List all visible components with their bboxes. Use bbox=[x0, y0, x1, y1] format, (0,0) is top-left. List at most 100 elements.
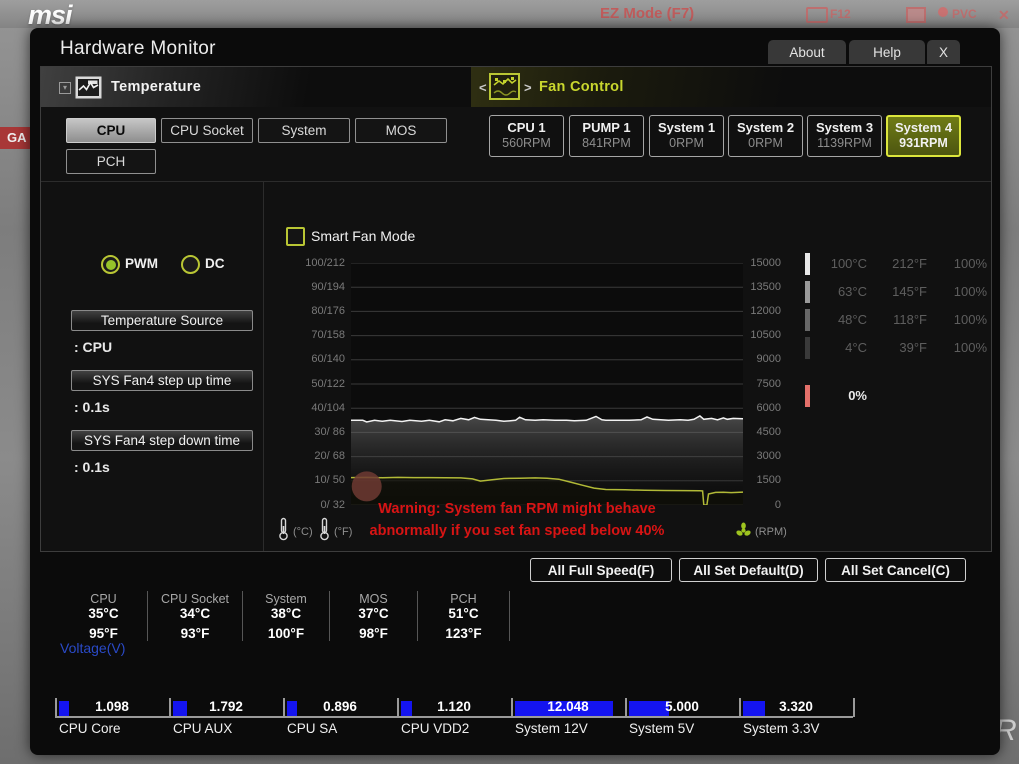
rpm-axis-tick: 7500 bbox=[756, 377, 781, 390]
rpm-axis-tick: 6000 bbox=[756, 401, 781, 414]
collapse-box-icon[interactable]: ▾ bbox=[59, 82, 71, 94]
fan-rpm: 0RPM bbox=[669, 136, 704, 150]
temp-tab-cpu-socket[interactable]: CPU Socket bbox=[161, 118, 253, 143]
temp-tab-pch[interactable]: PCH bbox=[66, 149, 156, 174]
help-button[interactable]: Help bbox=[849, 40, 925, 64]
temp-axis-tick: 60/140 bbox=[311, 353, 345, 366]
voltage-value-cpu-sa: 0.896 bbox=[323, 699, 357, 714]
fan-button-system-2[interactable]: System 2 0RPM bbox=[728, 115, 803, 157]
action-button-all-full-speed-f-[interactable]: All Full Speed(F) bbox=[530, 558, 672, 582]
temperature-section-title: Temperature bbox=[111, 79, 202, 95]
hardware-monitor-dialog: Hardware Monitor About Help X ▾ Temperat… bbox=[30, 28, 1000, 755]
voltage-label-cpu-vdd2: CPU VDD2 bbox=[401, 721, 470, 736]
close-button[interactable]: X bbox=[927, 40, 960, 64]
temp-axis-tick: 20/ 68 bbox=[314, 450, 345, 463]
voltage-title: Voltage(V) bbox=[60, 640, 126, 656]
setpoint-fahrenheit: 118°F bbox=[893, 312, 927, 327]
monitor-panel: ▾ Temperature < > Fan Control CPU CPU So… bbox=[40, 66, 992, 552]
voltage-label-cpu-aux: CPU AUX bbox=[173, 721, 233, 736]
temp-axis-tick: 90/194 bbox=[311, 280, 345, 293]
fan-button-pump-1[interactable]: PUMP 1 841RPM bbox=[569, 115, 644, 157]
fan-rpm: 1139RPM bbox=[817, 136, 872, 150]
readout-name: CPU bbox=[90, 592, 117, 606]
setpoint-celsius: 100°C bbox=[830, 256, 867, 271]
voltage-label-cpu-core: CPU Core bbox=[59, 721, 121, 736]
setpoint-percent: 100% bbox=[953, 256, 987, 271]
dc-radio[interactable] bbox=[181, 255, 200, 274]
field-button-sys-fan4-step-down-time[interactable]: SYS Fan4 step down time bbox=[71, 430, 253, 451]
readout-fahrenheit: 100°F bbox=[267, 626, 305, 641]
rpm-axis-tick: 4500 bbox=[756, 425, 781, 438]
fan-rpm: 841RPM bbox=[582, 136, 631, 150]
smart-fan-checkbox[interactable] bbox=[286, 227, 305, 246]
fan-curve-svg bbox=[350, 262, 744, 506]
readout-fahrenheit: 93°F bbox=[180, 626, 210, 641]
next-section-arrow-icon[interactable]: > bbox=[524, 80, 532, 95]
rpm-axis-tick: 15000 bbox=[750, 256, 781, 269]
readout-celsius: 37°C bbox=[358, 606, 389, 621]
setpoint-bar bbox=[805, 337, 810, 359]
ez-mode-label: EZ Mode (F7) bbox=[600, 5, 695, 22]
field-button-temperature-source[interactable]: Temperature Source bbox=[71, 310, 253, 331]
readout-mos: MOS 37°C 98°F bbox=[330, 591, 418, 641]
pwm-radio[interactable] bbox=[101, 255, 120, 274]
rpm-axis-tick: 12000 bbox=[750, 304, 781, 317]
hotkey-label: F12 bbox=[830, 7, 851, 21]
temp-tab-system[interactable]: System bbox=[258, 118, 350, 143]
field-button-sys-fan4-step-up-time[interactable]: SYS Fan4 step up time bbox=[71, 370, 253, 391]
led-label: PVC bbox=[952, 7, 977, 21]
monitor-icon bbox=[906, 7, 926, 23]
voltage-label-system-5v: System 5V bbox=[629, 721, 695, 736]
fan-speed-warning: Warning: System fan RPM might behave abn… bbox=[369, 501, 665, 539]
gaming-banner: GA bbox=[0, 127, 30, 149]
panel-horizontal-divider bbox=[41, 181, 991, 182]
fan-name: System 4 bbox=[894, 120, 953, 135]
action-button-all-set-default-d-[interactable]: All Set Default(D) bbox=[679, 558, 818, 582]
setpoint-percent: 100% bbox=[953, 340, 987, 355]
panel-vertical-divider bbox=[263, 181, 264, 551]
fan-rpm: 0RPM bbox=[748, 136, 783, 150]
zero-speed-bar bbox=[805, 385, 810, 407]
temp-tab-cpu[interactable]: CPU bbox=[66, 118, 156, 143]
thermometer-celsius-icon bbox=[279, 517, 288, 541]
screen: msi EZ Mode (F7) F12 PVC ✕ GA R Hardware… bbox=[0, 0, 1019, 764]
fan-curve-drag-handle[interactable] bbox=[351, 471, 382, 502]
voltage-rail-line bbox=[55, 716, 853, 718]
voltage-end-tick bbox=[853, 698, 855, 717]
temp-axis-tick: 10/ 50 bbox=[314, 474, 345, 487]
readout-pch: PCH 51°C 123°F bbox=[418, 591, 510, 641]
field-value-sys-fan4-step-down-time: : 0.1s bbox=[74, 459, 110, 475]
fan-button-system-3[interactable]: System 3 1139RPM bbox=[807, 115, 882, 157]
fan-button-cpu-1[interactable]: CPU 1 560RPM bbox=[489, 115, 564, 157]
dc-label: DC bbox=[205, 256, 225, 271]
fan-curve-chart[interactable] bbox=[350, 262, 744, 506]
field-value-temperature-source: : CPU bbox=[74, 339, 113, 355]
setpoint-fahrenheit: 145°F bbox=[892, 284, 927, 299]
temp-axis-tick: 40/104 bbox=[311, 401, 345, 414]
temp-tab-mos[interactable]: MOS bbox=[355, 118, 447, 143]
field-value-sys-fan4-step-up-time: : 0.1s bbox=[74, 399, 110, 415]
readout-name: CPU Socket bbox=[160, 592, 230, 606]
voltage-value-system-5v: 5.000 bbox=[665, 699, 699, 714]
action-button-all-set-cancel-c-[interactable]: All Set Cancel(C) bbox=[825, 558, 966, 582]
temp-axis-tick: 70/158 bbox=[311, 329, 345, 342]
readout-celsius: 38°C bbox=[270, 606, 302, 621]
voltage-label-system-3-3v: System 3.3V bbox=[743, 721, 820, 736]
temperature-axis: 100/212 90/194 80/176 70/158 60/140 50/122 40/… bbox=[281, 257, 345, 511]
bios-top-bar: msi EZ Mode (F7) F12 PVC ✕ bbox=[0, 0, 1019, 30]
fan-button-system-1[interactable]: System 1 0RPM bbox=[649, 115, 724, 157]
temp-axis-tick: 50/122 bbox=[311, 377, 345, 390]
dialog-title: Hardware Monitor bbox=[60, 38, 216, 59]
fan-button-system-4[interactable]: System 4 931RPM bbox=[886, 115, 961, 157]
prev-section-arrow-icon[interactable]: < bbox=[479, 80, 487, 95]
readout-celsius: 51°C bbox=[448, 606, 479, 621]
voltage-label-cpu-sa: CPU SA bbox=[287, 721, 338, 736]
fan-rpm: 560RPM bbox=[502, 136, 551, 150]
setpoint-percent: 100% bbox=[953, 312, 987, 327]
fan-name: CPU 1 bbox=[507, 120, 546, 135]
temperature-header: ▾ Temperature bbox=[41, 67, 471, 107]
about-button[interactable]: About bbox=[768, 40, 846, 64]
temp-axis-tick: 80/176 bbox=[311, 304, 345, 317]
rpm-axis-tick: 13500 bbox=[750, 280, 781, 293]
setpoint-celsius: 4°C bbox=[845, 340, 867, 355]
